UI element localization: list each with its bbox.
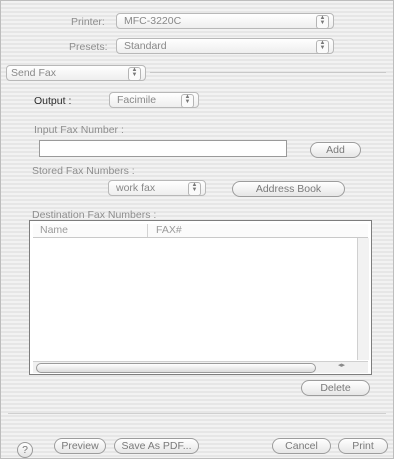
destination-table[interactable]: Name FAX# ◂▸	[29, 220, 372, 375]
output-label: Output :	[34, 95, 72, 107]
popup-arrows-icon: ▲ ▼	[188, 182, 201, 196]
print-button[interactable]: Print	[338, 438, 388, 454]
delete-button[interactable]: Delete	[301, 380, 370, 396]
cancel-button[interactable]: Cancel	[272, 438, 331, 454]
popup-arrows-icon: ▲ ▼	[181, 94, 194, 108]
input-fax-label: Input Fax Number :	[34, 124, 124, 136]
column-name-header[interactable]: Name	[33, 224, 148, 237]
fax-number-input[interactable]	[39, 140, 287, 157]
popup-arrows-icon: ▲ ▼	[128, 67, 141, 81]
scrollbar-thumb[interactable]	[36, 363, 316, 373]
output-value: Facimile	[117, 94, 157, 106]
presets-label: Presets:	[69, 41, 108, 53]
preview-button[interactable]: Preview	[54, 438, 106, 454]
presets-value: Standard	[124, 40, 167, 52]
stored-fax-value: work fax	[116, 182, 156, 194]
scroll-arrows-icon[interactable]: ◂▸	[338, 361, 345, 369]
presets-popup[interactable]: Standard ▲ ▼	[116, 38, 334, 54]
panel-divider	[150, 72, 386, 73]
panel-popup[interactable]: Send Fax ▲ ▼	[6, 65, 146, 81]
stored-fax-label: Stored Fax Numbers :	[32, 165, 135, 177]
output-popup[interactable]: Facimile ▲ ▼	[109, 92, 199, 108]
popup-arrows-icon: ▲ ▼	[316, 15, 329, 29]
footer-divider	[8, 413, 386, 414]
stored-fax-popup[interactable]: work fax ▲ ▼	[108, 180, 206, 196]
add-button[interactable]: Add	[310, 142, 361, 158]
popup-arrows-icon: ▲ ▼	[316, 40, 329, 54]
panel-value: Send Fax	[11, 67, 56, 79]
horizontal-scrollbar[interactable]: ◂▸	[33, 361, 368, 373]
printer-label: Printer:	[71, 16, 105, 28]
address-book-button[interactable]: Address Book	[232, 181, 345, 197]
help-button[interactable]: ?	[17, 442, 33, 458]
save-as-pdf-button[interactable]: Save As PDF...	[114, 438, 199, 454]
table-header: Name FAX#	[33, 224, 368, 238]
column-fax-header[interactable]: FAX#	[149, 224, 368, 237]
printer-value: MFC-3220C	[124, 15, 182, 27]
printer-popup[interactable]: MFC-3220C ▲ ▼	[116, 13, 334, 29]
vertical-scrollbar[interactable]	[357, 238, 369, 360]
